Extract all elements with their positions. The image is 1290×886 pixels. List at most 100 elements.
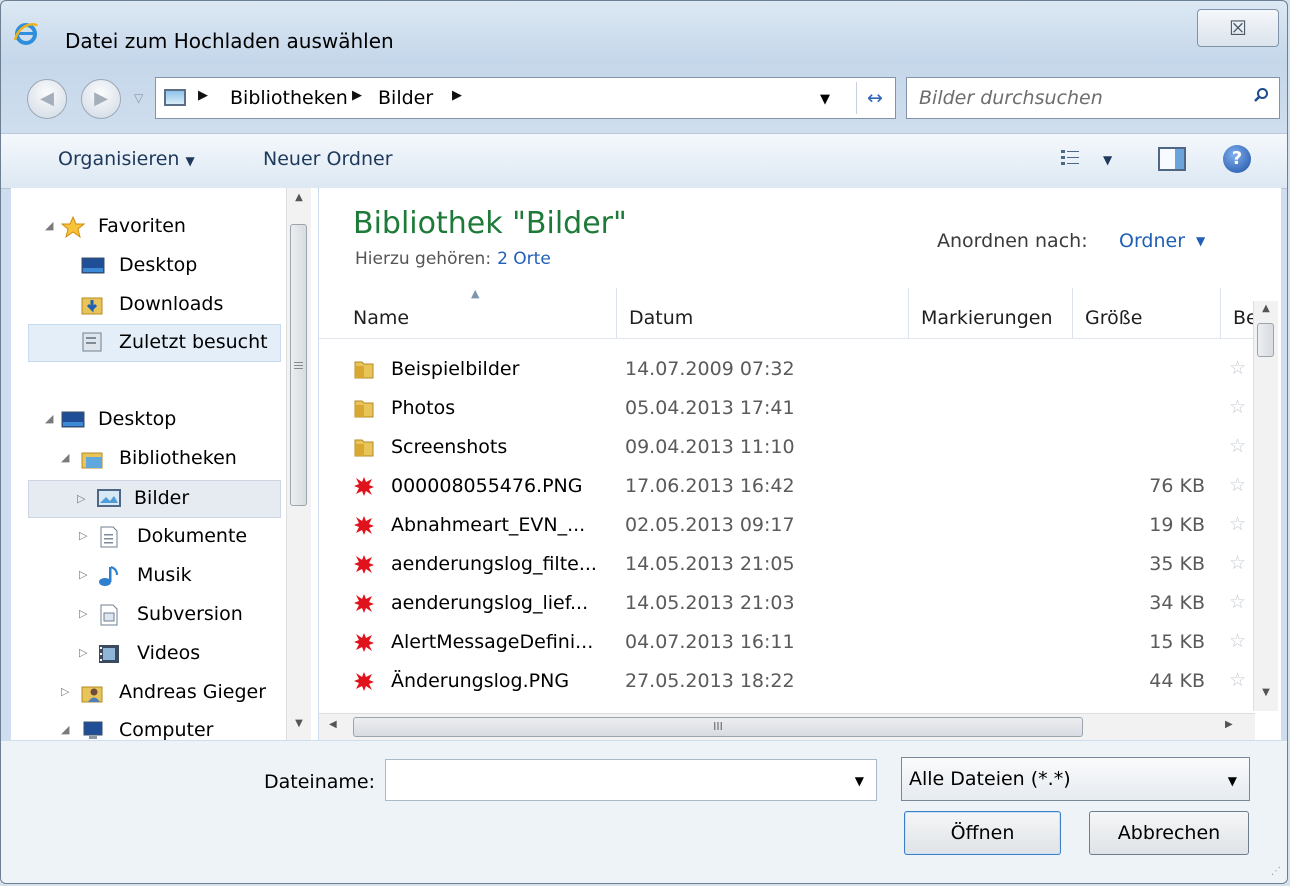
rating-star-icon[interactable]: ☆ xyxy=(1229,630,1246,652)
open-button[interactable]: Öffnen xyxy=(904,811,1061,855)
scroll-down-arrow-icon[interactable]: ▼ xyxy=(1254,687,1278,707)
search-box[interactable]: Bilder durchsuchen xyxy=(906,77,1280,119)
tree-item-computer[interactable]: ◢ Computer xyxy=(11,714,281,740)
filename-combobox[interactable]: ▼ xyxy=(385,759,877,801)
breadcrumb-separator-icon[interactable]: ▶ xyxy=(198,88,208,103)
collapsed-arrow-icon[interactable]: ▷ xyxy=(79,646,87,659)
tree-item-downloads[interactable]: Downloads xyxy=(11,288,281,322)
tree-item-desktop[interactable]: ◢ Desktop xyxy=(11,403,281,437)
tree-item-zuletzt-besucht[interactable]: Zuletzt besucht xyxy=(28,324,281,362)
filetype-select[interactable]: Alle Dateien (*.*) ▼ xyxy=(901,757,1250,801)
change-view-icon[interactable] xyxy=(1061,149,1079,167)
rating-star-icon[interactable]: ☆ xyxy=(1229,357,1246,379)
file-date: 05.04.2013 17:41 xyxy=(625,397,795,419)
expanded-arrow-icon[interactable]: ◢ xyxy=(61,723,69,736)
collapsed-arrow-icon[interactable]: ▷ xyxy=(61,685,69,698)
collapsed-arrow-icon[interactable]: ▷ xyxy=(77,492,85,505)
forward-button[interactable]: ▶ xyxy=(81,79,121,119)
scrollbar-thumb[interactable] xyxy=(1257,323,1274,357)
desktop-icon xyxy=(81,257,105,274)
library-locations-link[interactable]: 2 Orte xyxy=(497,249,551,269)
tree-item-andreas-gieger[interactable]: ▷ Andreas Gieger xyxy=(11,676,281,710)
file-row[interactable]: Änderungslog.PNG 27.05.2013 18:22 44 KB ☆ xyxy=(349,662,1246,700)
file-row[interactable]: Screenshots 09.04.2013 11:10 ☆ xyxy=(349,428,1246,466)
scroll-up-arrow-icon[interactable]: ▲ xyxy=(1254,303,1278,323)
file-row[interactable]: Beispielbilder 14.07.2009 07:32 ☆ xyxy=(349,350,1246,388)
file-row[interactable]: Abnahmeart_EVN_... 02.05.2013 09:17 19 KB ☆ xyxy=(349,506,1246,544)
close-button[interactable]: ☒ xyxy=(1197,9,1279,47)
rating-star-icon[interactable]: ☆ xyxy=(1229,591,1246,613)
filename-input[interactable] xyxy=(392,760,836,800)
rating-star-icon[interactable]: ☆ xyxy=(1229,435,1246,457)
tree-item-videos[interactable]: ▷ Videos xyxy=(11,637,281,671)
navigation-pane-scrollbar[interactable]: ▲ ▼ xyxy=(286,188,311,740)
file-row[interactable]: aenderungslog_filte... 14.05.2013 21:05 35… xyxy=(349,545,1246,583)
file-size: 35 KB xyxy=(1149,553,1205,575)
chevron-down-icon[interactable]: ▼ xyxy=(1196,234,1205,248)
rating-star-icon[interactable]: ☆ xyxy=(1229,552,1246,574)
tree-item-subversion[interactable]: ▷ Subversion xyxy=(11,598,281,632)
breadcrumb-separator-icon[interactable]: ▶ xyxy=(452,88,462,103)
rating-star-icon[interactable]: ☆ xyxy=(1229,669,1246,691)
music-library-icon xyxy=(99,566,118,586)
tree-item-desktop-favorite[interactable]: Desktop xyxy=(11,249,281,283)
scroll-up-arrow-icon[interactable]: ▲ xyxy=(287,192,311,212)
address-dropdown-icon[interactable]: ▼ xyxy=(820,92,830,107)
file-list-pane: Bibliothek "Bilder" Hierzu gehören: 2 Ort… xyxy=(319,188,1281,740)
documents-library-icon xyxy=(100,526,118,548)
column-header-size[interactable]: Größe xyxy=(1073,288,1221,338)
forward-arrow-icon: ▶ xyxy=(94,88,108,109)
file-date: 14.05.2013 21:03 xyxy=(625,592,795,614)
folder-icon xyxy=(354,439,374,457)
expanded-arrow-icon[interactable]: ◢ xyxy=(45,412,53,425)
organize-menu[interactable]: Organisieren ▼ xyxy=(58,148,195,170)
file-name: Abnahmeart_EVN_... xyxy=(391,514,586,536)
collapsed-arrow-icon[interactable]: ▷ xyxy=(79,529,87,542)
computer-icon xyxy=(83,721,103,739)
rating-star-icon[interactable]: ☆ xyxy=(1229,396,1246,418)
tree-item-musik[interactable]: ▷ Musik xyxy=(11,559,281,593)
breadcrumb-bilder[interactable]: Bilder xyxy=(378,87,433,109)
scrollbar-thumb[interactable] xyxy=(290,224,307,506)
file-row[interactable]: AlertMessageDefini... 04.07.2013 16:11 15 … xyxy=(349,623,1246,661)
file-row[interactable]: 000008055476.PNG 17.06.2013 16:42 76 KB ☆ xyxy=(349,467,1246,505)
column-header-row: Name Datum Markierungen Größe Be xyxy=(319,288,1259,339)
collapsed-arrow-icon[interactable]: ▷ xyxy=(79,568,87,581)
file-list-scrollbar[interactable]: ▲ ▼ xyxy=(1253,301,1278,711)
chevron-down-icon[interactable]: ▼ xyxy=(855,774,864,788)
preview-pane-icon[interactable] xyxy=(1158,147,1186,171)
column-header-tags[interactable]: Markierungen xyxy=(909,288,1073,338)
breadcrumb-separator-icon[interactable]: ▶ xyxy=(352,88,362,103)
scrollbar-thumb[interactable]: III xyxy=(353,717,1083,737)
column-label: Name xyxy=(353,307,410,329)
rating-star-icon[interactable]: ☆ xyxy=(1229,513,1246,535)
resize-grip-icon[interactable]: ⋰ xyxy=(1271,866,1281,877)
recent-locations-dropdown-icon[interactable]: ▽ xyxy=(134,91,143,105)
new-folder-button[interactable]: Neuer Ordner xyxy=(263,148,393,170)
back-button[interactable]: ◀ xyxy=(27,79,67,119)
file-name: Beispielbilder xyxy=(391,358,520,380)
tree-item-bibliotheken[interactable]: ◢ Bibliotheken xyxy=(11,442,281,476)
column-header-date[interactable]: Datum xyxy=(617,288,909,338)
refresh-icon[interactable]: ↔ xyxy=(856,82,893,114)
rating-star-icon[interactable]: ☆ xyxy=(1229,474,1246,496)
horizontal-scrollbar[interactable]: ◀ III ▶ xyxy=(319,713,1255,740)
file-row[interactable]: aenderungslog_lief... 14.05.2013 21:03 34 … xyxy=(349,584,1246,622)
breadcrumb-bibliotheken[interactable]: Bibliotheken xyxy=(230,87,348,109)
cancel-button[interactable]: Abbrechen xyxy=(1089,811,1249,855)
tree-item-dokumente[interactable]: ▷ Dokumente xyxy=(11,520,281,554)
scroll-right-arrow-icon[interactable]: ▶ xyxy=(1225,719,1233,730)
arrange-by-dropdown[interactable]: Ordner xyxy=(1119,230,1185,252)
tree-item-favoriten[interactable]: ◢ Favoriten xyxy=(11,210,281,244)
expanded-arrow-icon[interactable]: ◢ xyxy=(61,451,69,464)
file-row[interactable]: Photos 05.04.2013 17:41 ☆ xyxy=(349,389,1246,427)
expanded-arrow-icon[interactable]: ◢ xyxy=(45,219,53,232)
tree-item-bilder[interactable]: ▷ Bilder xyxy=(28,480,281,518)
scroll-down-arrow-icon[interactable]: ▼ xyxy=(287,718,311,738)
scroll-left-arrow-icon[interactable]: ◀ xyxy=(329,719,337,730)
view-options-chevron-icon[interactable]: ▼ xyxy=(1103,153,1112,167)
collapsed-arrow-icon[interactable]: ▷ xyxy=(79,607,87,620)
search-icon[interactable] xyxy=(1253,87,1269,103)
address-bar[interactable]: ▶ Bibliotheken ▶ Bilder ▶ ▼ ↔ xyxy=(155,77,896,119)
help-icon[interactable]: ? xyxy=(1223,145,1251,173)
